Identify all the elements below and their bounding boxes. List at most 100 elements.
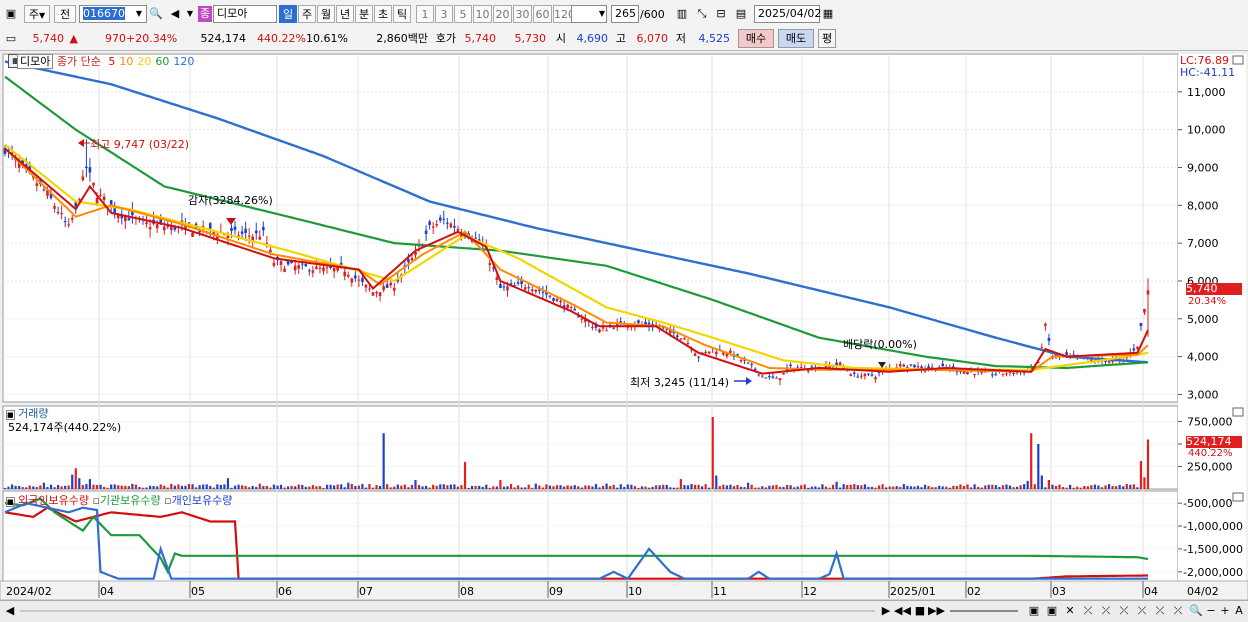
candle-body — [566, 304, 569, 309]
draw4-icon[interactable]: ⤫ — [1134, 602, 1150, 620]
volume-bar — [364, 487, 368, 489]
save-icon[interactable]: ▤ — [733, 5, 749, 23]
x-tick-label: 04 — [1144, 585, 1158, 598]
minute-button-60[interactable]: 60 — [533, 5, 552, 23]
scroll-left-icon[interactable]: ◀ — [2, 602, 18, 620]
minute-button-3[interactable]: 3 — [435, 5, 453, 23]
period-tab-6[interactable]: 틱 — [393, 5, 411, 23]
volume-bar — [541, 487, 544, 489]
candle-body — [679, 338, 683, 340]
volume-bar — [10, 484, 14, 489]
candle-body — [676, 335, 679, 338]
volume-bar — [612, 484, 615, 489]
tools-icon[interactable]: ✕ — [1062, 602, 1078, 620]
count-input[interactable]: 265 — [611, 5, 639, 23]
code-dropdown-icon[interactable]: ▼ — [131, 5, 147, 23]
candle-body — [453, 226, 456, 228]
volume-bar — [343, 487, 346, 489]
calendar-icon[interactable]: ▦ — [820, 5, 836, 23]
period-tab-3[interactable]: 년 — [336, 5, 354, 23]
price-tick-label: 3,000 — [1187, 388, 1219, 401]
candle-type-icon[interactable]: ▥ — [674, 5, 690, 23]
eval-button[interactable]: 평 — [818, 29, 836, 48]
stock-chart[interactable]: 2024/02 04 05 06 07 08 09 10 11 12 2025/01 02 03 04 04… — [0, 50, 1248, 600]
volume-bar — [463, 462, 467, 489]
zoom-search-icon[interactable]: 🔍 — [1188, 602, 1204, 620]
minute-button-5[interactable]: 5 — [454, 5, 472, 23]
stop-icon[interactable]: ■ — [912, 602, 928, 620]
volume-bar — [244, 485, 247, 489]
sell-button[interactable]: 매도 — [778, 29, 814, 48]
minute-button-30[interactable]: 30 — [513, 5, 532, 23]
zoom-reset-icon[interactable]: ⊟ — [713, 5, 729, 23]
candle-body — [325, 267, 329, 269]
volume-bar — [984, 485, 987, 489]
volume-bar — [74, 468, 77, 489]
period-tab-1[interactable]: 주 — [298, 5, 316, 23]
candle-body — [867, 373, 870, 375]
draw5-icon[interactable]: ⤫ — [1152, 602, 1168, 620]
search-icon[interactable]: 🔍 — [148, 5, 164, 23]
candle-body — [913, 364, 916, 368]
zoom-slider[interactable] — [950, 610, 1018, 612]
period-tab-0[interactable]: 일 — [279, 5, 297, 23]
scroll-right-icon[interactable]: ▶ — [878, 602, 894, 620]
stock-name-field[interactable]: 디모아 — [213, 5, 277, 23]
volume-bar — [131, 483, 134, 489]
volume-bar — [492, 486, 495, 489]
window-menu-icon[interactable]: ▣ — [3, 5, 19, 23]
date-input[interactable]: 2025/04/02 — [754, 5, 821, 23]
volume-bar — [350, 483, 353, 489]
code-value: 016670 — [83, 7, 125, 20]
layout2-icon[interactable]: ▣ — [1044, 602, 1060, 620]
period-tab-2[interactable]: 월 — [317, 5, 335, 23]
candle-body — [863, 373, 867, 377]
minute-button-10[interactable]: 10 — [473, 5, 492, 23]
speaker-dropdown-icon[interactable]: ▼ — [182, 5, 198, 23]
volume-bar — [283, 487, 286, 489]
rewind-icon[interactable]: ◀◀ — [894, 602, 911, 620]
candle-body — [941, 363, 945, 367]
fast-forward-icon[interactable]: ▶▶ — [928, 602, 945, 620]
market-select[interactable]: 주▼ — [24, 5, 50, 23]
x-tick-label: 10 — [628, 585, 642, 598]
volume-bar — [414, 480, 417, 489]
trend-tool-icon[interactable]: ⤡ — [694, 5, 710, 23]
trade-amount: 2,860백만 — [376, 32, 428, 45]
draw1-icon[interactable]: ⤫ — [1080, 602, 1096, 620]
speaker-icon[interactable]: ◀ — [167, 5, 183, 23]
prev-button[interactable]: 전 — [54, 5, 76, 23]
low-label: 저 — [675, 32, 686, 45]
legend-stock-name[interactable]: 디모아 — [17, 54, 54, 69]
volume-bar — [272, 484, 276, 489]
candle-body — [244, 228, 247, 233]
expand-icon[interactable]: ▭ — [3, 30, 19, 48]
volume-bar — [173, 485, 176, 489]
period-tab-4[interactable]: 분 — [355, 5, 373, 23]
candle-body — [495, 277, 499, 281]
volume-bar — [410, 484, 414, 489]
candle-body — [155, 224, 159, 229]
unit-dropdown-icon[interactable]: ▼ — [594, 5, 610, 23]
candle-body — [799, 367, 803, 369]
draw3-icon[interactable]: ⤫ — [1116, 602, 1132, 620]
volume-bar — [375, 484, 378, 489]
volume-bar — [71, 474, 74, 489]
minute-button-20[interactable]: 20 — [493, 5, 512, 23]
draw6-icon[interactable]: ⤫ — [1170, 602, 1186, 620]
candle-body — [856, 376, 860, 378]
period-tab-5[interactable]: 초 — [374, 5, 392, 23]
candle-body — [1040, 347, 1044, 349]
layout-icon[interactable]: ▣ — [1026, 602, 1042, 620]
draw2-icon[interactable]: ⤫ — [1098, 602, 1114, 620]
candle-body — [760, 375, 764, 377]
font-size-icon[interactable]: A — [1231, 602, 1247, 620]
buy-button[interactable]: 매수 — [738, 29, 774, 48]
candle-body — [371, 292, 375, 296]
scroll-track[interactable] — [20, 610, 875, 612]
volume-bar — [945, 486, 948, 489]
volume-bar — [1093, 484, 1097, 489]
volume-bar — [53, 487, 56, 489]
minute-button-1[interactable]: 1 — [416, 5, 434, 23]
candle-body — [322, 267, 325, 272]
